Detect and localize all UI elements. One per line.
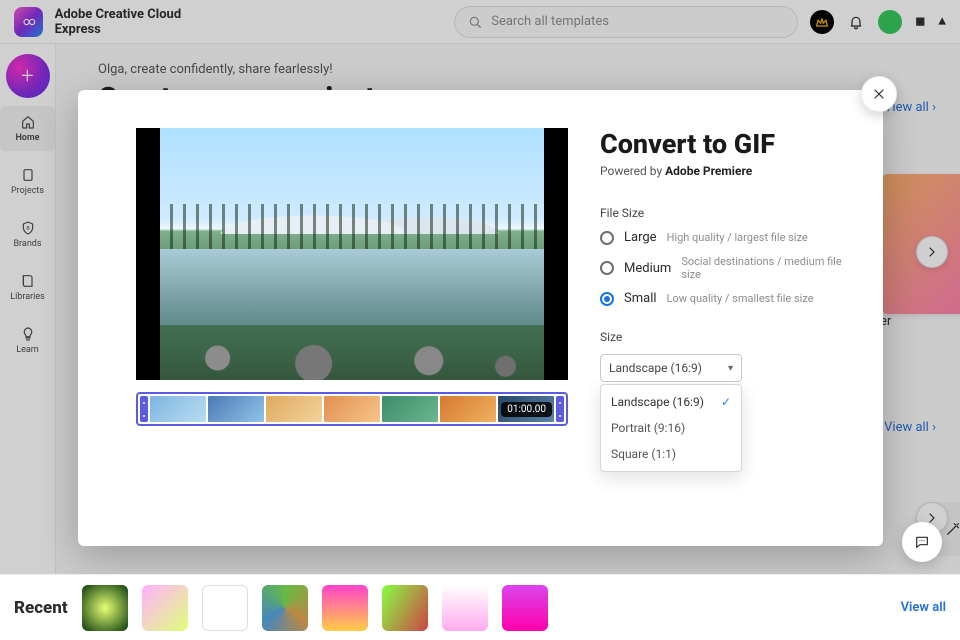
close-icon xyxy=(871,86,887,102)
preview-column: 01:00.00 xyxy=(78,90,588,546)
help-button[interactable] xyxy=(902,522,942,562)
recent-bar: Recent View all xyxy=(0,574,960,640)
timeline-clip[interactable] xyxy=(382,396,438,422)
filesize-label: File Size xyxy=(600,206,847,220)
timeline-clip[interactable] xyxy=(208,396,264,422)
recent-thumb[interactable] xyxy=(442,585,488,631)
size-dropdown: Landscape (16:9) ✓ Portrait (9:16) Squar… xyxy=(600,384,742,472)
recent-thumb[interactable] xyxy=(382,585,428,631)
size-select[interactable]: Landscape (16:9) ▾ xyxy=(600,354,742,382)
timeline-timestamp: 01:00.00 xyxy=(501,402,552,417)
recent-label: Recent xyxy=(14,598,68,618)
recent-view-all-link[interactable]: View all xyxy=(901,600,946,615)
radio-icon xyxy=(600,231,614,245)
timeline-clip[interactable] xyxy=(266,396,322,422)
close-button[interactable] xyxy=(861,76,897,112)
timeline-clip[interactable] xyxy=(440,396,496,422)
recent-thumb[interactable] xyxy=(322,585,368,631)
size-option-square[interactable]: Square (1:1) xyxy=(601,441,741,467)
filesize-option-small[interactable]: Small Low quality / smallest file size xyxy=(600,291,847,306)
modal-subtitle: Powered by Adobe Premiere xyxy=(600,164,847,178)
timeline-clip[interactable] xyxy=(150,396,206,422)
radio-icon xyxy=(600,261,614,275)
trim-handle-left[interactable] xyxy=(140,396,148,422)
recent-thumb[interactable] xyxy=(502,585,548,631)
chevron-down-icon: ▾ xyxy=(728,363,733,374)
trim-handle-right[interactable] xyxy=(556,396,564,422)
video-frame-image xyxy=(160,128,544,380)
recent-thumb[interactable] xyxy=(142,585,188,631)
chat-icon xyxy=(914,534,930,550)
recent-thumb[interactable] xyxy=(82,585,128,631)
size-label: Size xyxy=(600,330,847,344)
recent-thumb[interactable] xyxy=(202,585,248,631)
convert-gif-modal: 01:00.00 Convert to GIF Powered by Adobe… xyxy=(78,90,883,546)
recent-thumb[interactable] xyxy=(262,585,308,631)
settings-column: Convert to GIF Powered by Adobe Premiere… xyxy=(588,90,883,546)
video-preview[interactable] xyxy=(136,128,568,380)
trim-timeline[interactable]: 01:00.00 xyxy=(136,392,568,426)
size-option-portrait[interactable]: Portrait (9:16) xyxy=(601,415,741,441)
size-option-landscape[interactable]: Landscape (16:9) ✓ xyxy=(601,389,741,415)
filesize-option-medium[interactable]: Medium Social destinations / medium file… xyxy=(600,255,847,281)
filesize-option-large[interactable]: Large High quality / largest file size xyxy=(600,230,847,245)
timeline-clip[interactable] xyxy=(324,396,380,422)
modal-title: Convert to GIF xyxy=(600,128,847,160)
radio-icon xyxy=(600,292,614,306)
check-icon: ✓ xyxy=(721,395,731,409)
